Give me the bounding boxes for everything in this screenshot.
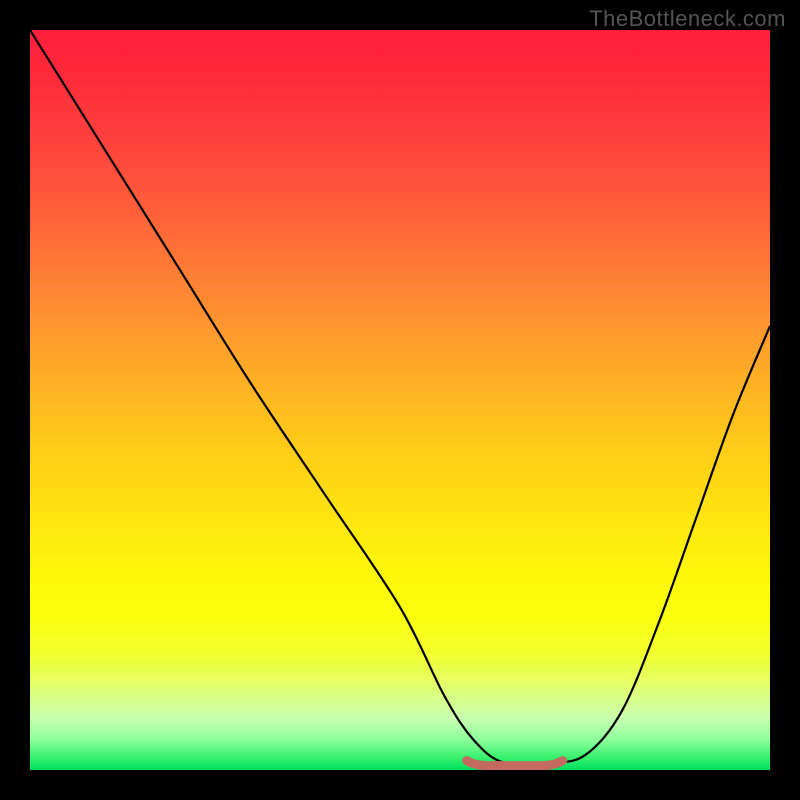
watermark-text: TheBottleneck.com bbox=[589, 6, 786, 32]
bottleneck-curve bbox=[30, 30, 770, 765]
plateau-segment bbox=[467, 761, 563, 766]
chart-svg bbox=[30, 30, 770, 770]
plot-area bbox=[30, 30, 770, 770]
chart-frame: TheBottleneck.com bbox=[0, 0, 800, 800]
